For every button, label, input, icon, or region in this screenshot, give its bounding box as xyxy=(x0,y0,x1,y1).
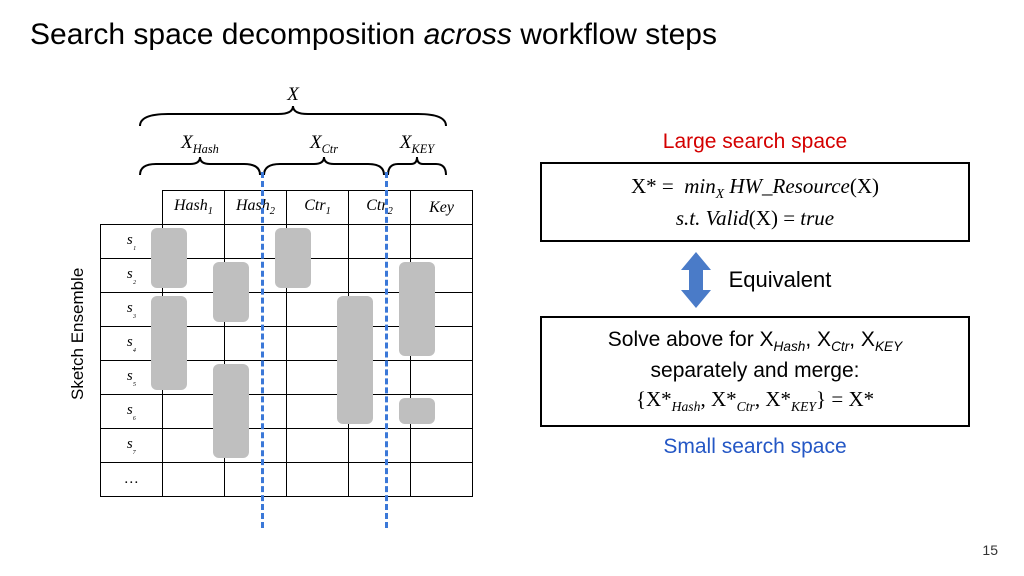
slide-title: Search space decomposition across workfl… xyxy=(30,18,717,52)
box2-line1: Solve above for XHash, XCtr, XKEY xyxy=(556,326,954,357)
table-row: s₇ xyxy=(101,429,473,463)
grey-block xyxy=(399,262,435,356)
page-number: 15 xyxy=(982,542,998,558)
small-search-label: Small search space xyxy=(540,435,970,459)
grey-block xyxy=(151,296,187,390)
col-header: Ctr2 xyxy=(349,191,411,225)
grey-block xyxy=(213,262,249,322)
brace-ctr-label: XCtr xyxy=(262,132,386,157)
row-label: … xyxy=(101,463,163,497)
header-row: Hash1 Hash2 Ctr1 Ctr2 Key xyxy=(101,191,473,225)
cell xyxy=(225,463,287,497)
separator-hash-ctr xyxy=(261,172,264,528)
double-arrow-icon xyxy=(679,252,713,308)
col-header: Key xyxy=(411,191,473,225)
equivalence-row: Equivalent xyxy=(540,252,970,308)
grey-block xyxy=(151,228,187,288)
box2-line3: {X*Hash, X*Ctr, X*KEY} = X* xyxy=(556,385,954,417)
row-label: s₆ xyxy=(101,395,163,429)
brace-key: XKEY xyxy=(386,132,448,177)
brace-ctr: XCtr xyxy=(262,132,386,177)
large-search-label: Large search space xyxy=(540,130,970,154)
cell xyxy=(411,225,473,259)
cell xyxy=(349,225,411,259)
decomposed-box: Solve above for XHash, XCtr, XKEY separa… xyxy=(540,316,970,427)
cell xyxy=(349,429,411,463)
cell xyxy=(411,361,473,395)
title-part1: Search space decomposition xyxy=(30,18,424,51)
brace-key-label: XKEY xyxy=(386,132,448,157)
title-italic: across xyxy=(424,18,512,51)
separator-ctr-key xyxy=(385,172,388,528)
cell xyxy=(411,429,473,463)
cell xyxy=(411,463,473,497)
col-header: Hash2 xyxy=(225,191,287,225)
brace-hash: XHash xyxy=(138,132,262,177)
grey-block xyxy=(399,398,435,424)
right-panel: Large search space X* = minX HW_Resource… xyxy=(540,130,970,459)
grey-block xyxy=(337,296,373,424)
cell xyxy=(287,429,349,463)
y-axis-label: Sketch Ensemble xyxy=(68,268,88,400)
decomposition-table: X XHash XCtr XKEY Hash1 Hash2 Ctr1 Ctr2 … xyxy=(100,190,473,497)
box1-line1: X* = minX HW_Resource(X) xyxy=(556,172,954,204)
brace-hash-label: XHash xyxy=(138,132,262,157)
cell xyxy=(225,327,287,361)
cell xyxy=(163,463,225,497)
box2-line2: separately and merge: xyxy=(556,357,954,385)
col-header: Hash1 xyxy=(163,191,225,225)
grey-block xyxy=(275,228,311,288)
box1-line2: s.t. Valid(X) = true xyxy=(556,204,954,232)
grey-block xyxy=(213,364,249,458)
objective-box: X* = minX HW_Resource(X) s.t. Valid(X) =… xyxy=(540,162,970,242)
cell xyxy=(349,463,411,497)
brace-all-label: X xyxy=(138,84,448,106)
brace-all: X xyxy=(138,84,448,128)
col-header: Ctr1 xyxy=(287,191,349,225)
title-part2: workflow steps xyxy=(512,18,717,51)
row-label: s₇ xyxy=(101,429,163,463)
table-row: … xyxy=(101,463,473,497)
cell xyxy=(287,463,349,497)
equivalent-label: Equivalent xyxy=(729,267,832,293)
